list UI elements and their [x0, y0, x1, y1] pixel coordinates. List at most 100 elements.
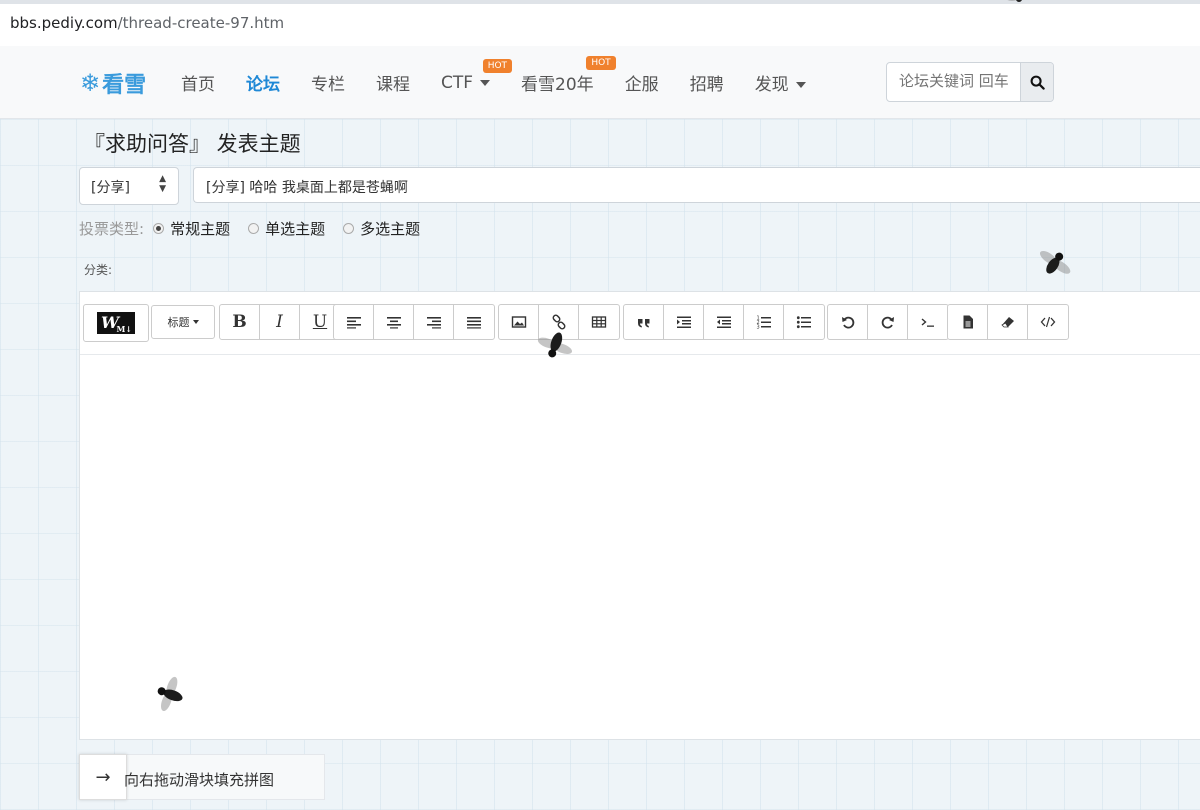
- url-domain: bbs.pediy.com: [10, 14, 118, 32]
- svg-text:3: 3: [756, 325, 759, 331]
- nav-item-home[interactable]: 首页: [181, 70, 215, 95]
- bold-icon: B: [232, 312, 247, 332]
- fly-icon: [1040, 250, 1071, 274]
- nav-item-enterprise[interactable]: 企服: [625, 70, 659, 95]
- table-icon: [591, 316, 607, 328]
- url-path: /thread-create-97.htm: [117, 14, 285, 32]
- hot-badge: HOT: [586, 56, 616, 70]
- category-label: 分类:: [84, 263, 113, 277]
- radio-button[interactable]: [248, 223, 260, 234]
- url-text[interactable]: bbs.pediy.com/thread-create-97.htm: [10, 14, 284, 32]
- nav-label: 招聘: [689, 75, 724, 95]
- slider-handle[interactable]: →: [79, 754, 127, 800]
- nav-label: 课程: [376, 75, 410, 95]
- image-icon: [511, 316, 526, 328]
- site-logo[interactable]: ❄ 看雪: [80, 68, 146, 98]
- file-button[interactable]: [948, 305, 988, 339]
- outdent-button[interactable]: [704, 305, 744, 339]
- vote-option-multi[interactable]: 多选主题: [343, 218, 420, 239]
- fly-icon: [157, 676, 183, 712]
- clear-format-button[interactable]: [988, 305, 1028, 339]
- align-justify-button[interactable]: [454, 305, 494, 339]
- vote-option-label: 多选主题: [360, 220, 421, 238]
- code-button[interactable]: [908, 305, 948, 339]
- tools-group: [947, 304, 1069, 340]
- nav-label: 看雪20年: [521, 75, 594, 95]
- bold-button[interactable]: B: [220, 305, 260, 339]
- heading-label: 标题: [167, 316, 190, 329]
- align-justify-icon: [467, 317, 481, 329]
- outdent-icon: [716, 316, 731, 328]
- fly-icon: [1007, 0, 1022, 2]
- site-navbar: ❄ 看雪 首页 论坛 专栏 课程 CTF HOT 看雪20年 HOT 企服 招聘 发…: [0, 46, 1200, 119]
- nav-label: 论坛: [246, 75, 280, 95]
- nav-item-column[interactable]: 专栏: [311, 70, 345, 95]
- vote-option-single[interactable]: 单选主题: [248, 218, 325, 239]
- category-select[interactable]: [分享] ▲ ▼: [79, 167, 179, 205]
- insert-image-button[interactable]: [499, 305, 539, 339]
- markdown-toggle-button[interactable]: W M↓: [83, 304, 149, 342]
- align-left-button[interactable]: [334, 305, 374, 339]
- blockquote-button[interactable]: [624, 305, 664, 339]
- page-title: 『求助问答』 发表主题: [84, 132, 301, 156]
- redo-button[interactable]: [868, 305, 908, 339]
- category-select-value: [分享]: [91, 180, 130, 196]
- align-center-button[interactable]: [374, 305, 414, 339]
- unordered-list-button[interactable]: [784, 305, 824, 339]
- nav-item-courses[interactable]: 课程: [376, 70, 410, 95]
- nav-item-forum[interactable]: 论坛: [246, 70, 280, 95]
- search-icon: [1030, 75, 1045, 90]
- file-icon: [963, 315, 973, 329]
- logo-text: 看雪: [102, 73, 147, 98]
- underline-icon: U: [312, 312, 328, 332]
- nav-item-jobs[interactable]: 招聘: [690, 70, 724, 95]
- radio-button[interactable]: [343, 223, 355, 234]
- align-left-icon: [346, 317, 361, 329]
- vote-option-normal[interactable]: 常规主题: [153, 218, 230, 239]
- nav-label: 发现: [754, 75, 789, 95]
- block-group: 123: [623, 304, 825, 340]
- vote-option-label: 常规主题: [170, 220, 231, 238]
- undo-icon: [841, 316, 854, 329]
- main-menu: 首页 论坛 专栏 课程 CTF HOT 看雪20年 HOT 企服 招聘 发现: [181, 56, 837, 95]
- editor-toolbar: W M↓ 标题 B I U 1 2 3: [80, 292, 1200, 355]
- chevron-down-icon: [192, 320, 199, 324]
- redo-icon: [881, 316, 894, 329]
- format-group: B I U: [219, 304, 341, 340]
- chevron-down-icon: [795, 82, 806, 88]
- subject-input[interactable]: [分享] 哈哈 我桌面上都是苍蝇啊: [193, 167, 1200, 203]
- search-box: [886, 62, 1054, 102]
- hot-badge: HOT: [482, 58, 513, 73]
- history-group: [827, 304, 949, 340]
- align-right-button[interactable]: [414, 305, 454, 339]
- slider-captcha: → 向右拖动滑块填充拼图: [79, 754, 325, 800]
- arrow-right-icon: →: [95, 766, 111, 788]
- search-button[interactable]: [1020, 63, 1053, 101]
- align-group: [333, 304, 495, 340]
- slider-captcha-text: 向右拖动滑块填充拼图: [124, 771, 275, 789]
- ordered-list-button[interactable]: 123: [744, 305, 784, 339]
- nav-item-20years[interactable]: 看雪20年 HOT: [521, 56, 616, 95]
- editor-content-area[interactable]: [80, 355, 1200, 739]
- snowflake-icon: ❄: [80, 69, 101, 97]
- code-icon: [921, 318, 934, 327]
- italic-button[interactable]: I: [260, 305, 300, 339]
- nav-item-discover[interactable]: 发现: [755, 70, 806, 95]
- html-source-button[interactable]: [1028, 305, 1068, 339]
- html-source-icon: [1040, 316, 1056, 328]
- radio-button[interactable]: [153, 223, 165, 234]
- nav-label: 首页: [181, 75, 215, 95]
- align-center-icon: [386, 317, 401, 329]
- markdown-logo-icon: W M↓: [97, 312, 135, 334]
- nav-item-ctf[interactable]: CTF HOT: [441, 58, 513, 93]
- indent-button[interactable]: [664, 305, 704, 339]
- vote-type-label: 投票类型:: [79, 220, 145, 238]
- insert-table-button[interactable]: [579, 305, 619, 339]
- heading-dropdown[interactable]: 标题: [151, 305, 215, 339]
- ordered-list-icon: 123: [756, 316, 771, 331]
- unordered-list-icon: [796, 316, 811, 329]
- indent-icon: [676, 316, 691, 328]
- vote-type-group: 投票类型: 常规主题 单选主题 多选主题: [79, 218, 438, 239]
- undo-button[interactable]: [828, 305, 868, 339]
- search-input[interactable]: [887, 63, 1021, 99]
